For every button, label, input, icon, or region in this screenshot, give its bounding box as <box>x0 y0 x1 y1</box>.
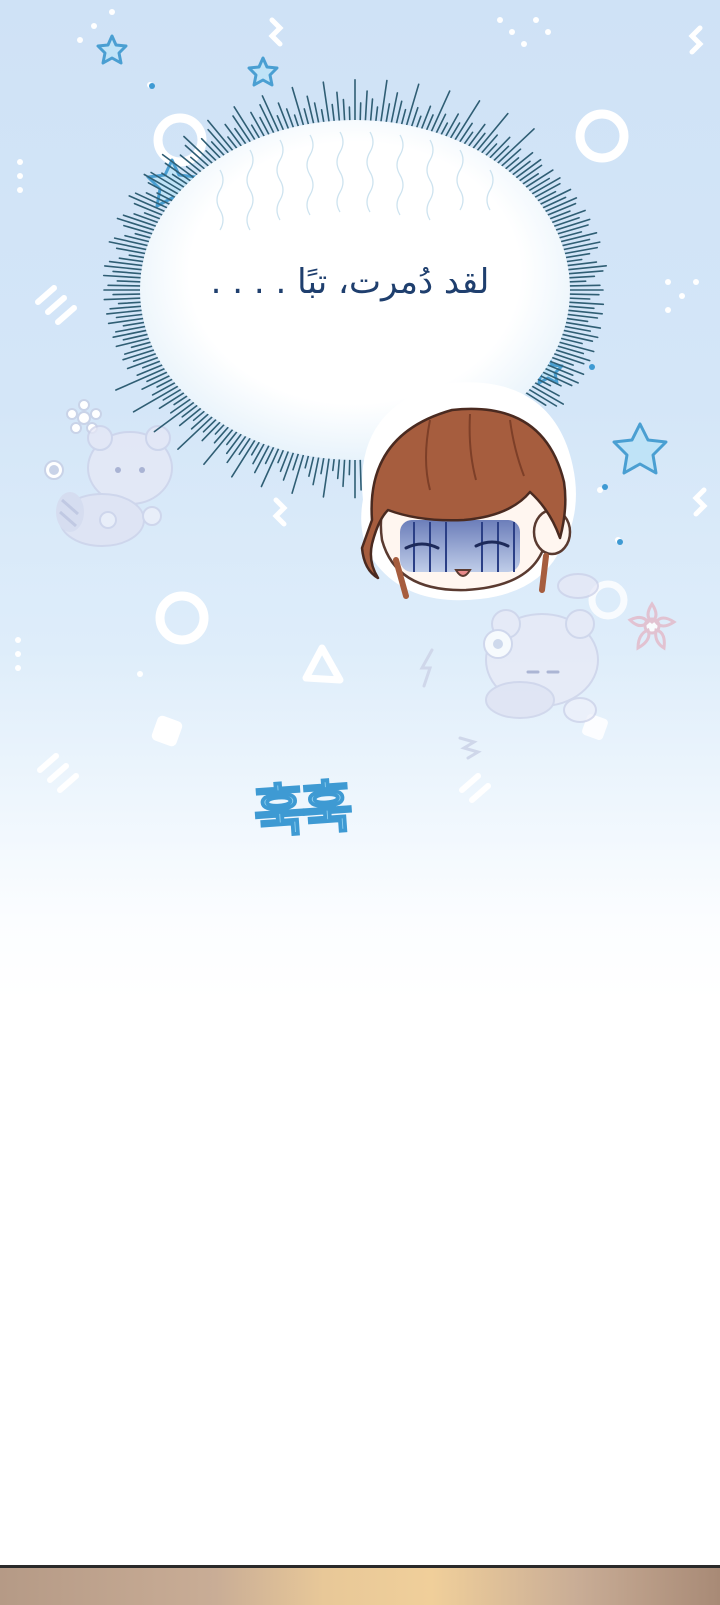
comic-page: لقد دُمرت، تبًا . . . . 훅훅 <box>0 0 720 1605</box>
ring-decoration <box>155 591 209 645</box>
chibi-character <box>360 382 576 601</box>
zigzag-decoration <box>458 736 482 760</box>
ring-decoration <box>575 109 629 163</box>
flower-decoration <box>627 601 677 651</box>
triangle-decoration <box>302 644 344 684</box>
square-decoration <box>151 715 183 747</box>
bear-plush-left <box>56 425 173 547</box>
next-panel-edge <box>0 1565 720 1605</box>
lightning-decoration <box>419 648 434 688</box>
sound-effect-text: 훅훅 <box>251 774 352 847</box>
speech-text: لقد دُمرت، تبًا . . . . <box>210 262 490 302</box>
comic-panel-art <box>15 9 708 803</box>
bear-plush-right <box>483 573 599 723</box>
